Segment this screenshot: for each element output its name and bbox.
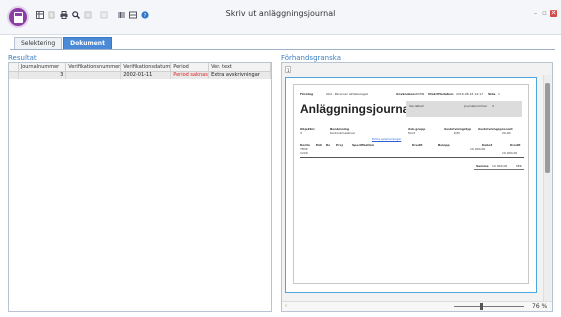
cell-period: Period saknas <box>170 71 210 79</box>
cell-verifikationsdatum: 2002-01-11 <box>120 71 172 79</box>
objekt-label: Objektnr <box>300 127 315 131</box>
sida-value: 1 <box>498 92 500 96</box>
page-number: 1 <box>287 68 290 73</box>
col-kredit-b: Kredit <box>510 143 521 147</box>
title-bar: ? Skriv ut anläggningsjournal – ▫ ✕ <box>0 0 561 35</box>
sida-label: Sida <box>488 92 496 96</box>
extra-avskrivningar-link[interactable]: Extra avskrivningar <box>372 137 401 141</box>
cell-vertext: Extra avskrivningar <box>208 71 271 79</box>
tab-divider <box>10 49 555 50</box>
summa-value: 10 000,00 <box>492 164 508 168</box>
col-journalnummer[interactable]: Journalnummer <box>18 63 67 72</box>
journalnummer-value: 3 <box>492 104 494 108</box>
debet-value: 10 000,00 <box>470 147 486 151</box>
tab-dokument[interactable]: Dokument <box>63 37 112 49</box>
document-page: Företag 004 - Personer Aktiebolaget Anvä… <box>293 84 529 284</box>
cell-verifikationsnummer <box>65 71 122 79</box>
anvandare-label: Användare <box>396 92 415 96</box>
preview-frame: Företag 004 - Personer Aktiebolaget Anvä… <box>285 77 537 293</box>
tab-selektering[interactable]: Selektering <box>14 37 63 49</box>
foretag-label: Företag <box>300 92 314 96</box>
row-selector[interactable] <box>9 71 19 79</box>
col-specifikation: Specifikation <box>352 143 375 147</box>
zoom-slider[interactable] <box>454 306 524 307</box>
close-button[interactable]: ✕ <box>550 10 557 17</box>
zoom-level: 76 % <box>532 303 548 310</box>
avskrivningsprocent-value: 20,00 <box>502 131 511 135</box>
table-header: Journalnummer Verifikationsnummer Verifi… <box>9 63 271 72</box>
result-panel: Journalnummer Verifikationsnummer Verifi… <box>8 62 272 312</box>
zoom-slider-thumb[interactable] <box>480 303 483 310</box>
preview-title: Förhandsgranska <box>281 54 341 62</box>
col-verifikationsdatum[interactable]: Verifikationsdatum <box>120 63 172 72</box>
kredit-value: 10 000,00 <box>502 151 518 155</box>
verdatum-label: Ver.datum <box>409 104 425 108</box>
window-title: Skriv ut anläggningsjournal <box>225 9 336 18</box>
rule-line <box>300 157 524 158</box>
anvandare-value: ADMIN <box>414 92 425 96</box>
summa-currency: SEK <box>516 164 522 168</box>
col-verifikationsnummer[interactable]: Verifikationsnummer <box>65 63 122 72</box>
col-kredit-a: Kredit <box>412 143 423 147</box>
utskriftsdatum-label: Utskriftsdatum <box>428 92 454 96</box>
konto-2: 1229 <box>300 151 308 155</box>
summa-label: Summa <box>476 164 489 168</box>
page-number-input[interactable]: 1 <box>285 66 291 73</box>
maximize-button[interactable]: ▫ <box>541 10 548 17</box>
vertical-scrollbar[interactable] <box>543 75 551 301</box>
table-row[interactable]: 3 2002-01-11 Period saknas Extra avskriv… <box>9 71 271 79</box>
sum-rule <box>474 169 524 170</box>
tab-bar: Selektering Dokument <box>14 37 113 49</box>
utskriftsdatum-value: 2016-08-16 14:17 <box>456 92 484 96</box>
cell-journalnummer: 3 <box>18 71 67 79</box>
objekt-value: 3 <box>300 131 302 135</box>
preview-status-bar: ‹ 76 % <box>282 301 552 311</box>
benamning-value: Kontorsmaskiner <box>330 131 356 135</box>
document-title: Anläggningsjournal <box>300 102 413 116</box>
journal-info-box: Ver.datum Journalnummer 3 <box>406 101 522 117</box>
scroll-left-icon[interactable]: ‹ <box>285 303 287 309</box>
scrollbar-thumb[interactable] <box>545 83 550 173</box>
journalnummer-label: Journalnummer <box>464 104 488 108</box>
result-table: Journalnummer Verifikationsnummer Verifi… <box>9 63 271 79</box>
foretag-value: 004 - Personer Aktiebolaget <box>326 92 368 96</box>
avgrupp-value: Tomt <box>408 131 416 135</box>
preview-panel: 1 Företag 004 - Personer Aktiebolaget An… <box>281 62 553 312</box>
col-enh: Enh <box>316 143 323 147</box>
minimize-button[interactable]: – <box>532 10 539 17</box>
row-selector-header <box>9 63 19 72</box>
col-belopp: Belopp <box>438 143 450 147</box>
col-rs: Rs <box>326 143 331 147</box>
col-period[interactable]: Period <box>170 63 210 72</box>
col-proj: Proj <box>336 143 343 147</box>
col-vertext[interactable]: Ver. text <box>208 63 271 72</box>
avskrivningstyp-value: K/M <box>454 131 460 135</box>
result-title: Resultat <box>8 54 37 62</box>
